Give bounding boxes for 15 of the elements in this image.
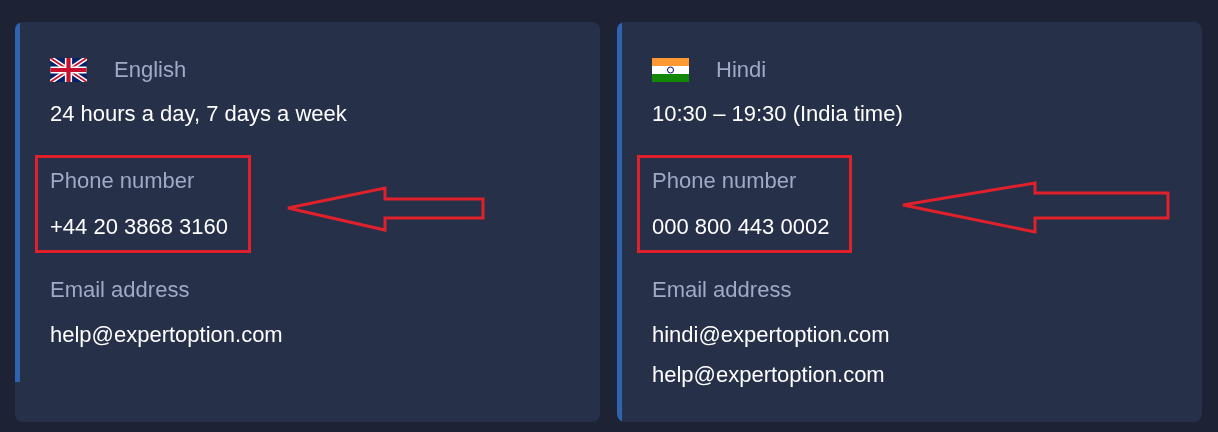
phone-number: 000 800 443 0002	[652, 214, 830, 240]
language-label: Hindi	[716, 57, 767, 83]
email-label: Email address	[652, 277, 792, 303]
flag-icon	[50, 58, 87, 82]
phone-number: +44 20 3868 3160	[50, 214, 228, 240]
email-address: hindi@expertoption.com	[652, 322, 890, 348]
language-label: English	[114, 57, 187, 83]
email-label: Email address	[50, 277, 190, 303]
email-address: help@expertoption.com	[652, 362, 885, 388]
phone-label: Phone number	[652, 168, 797, 194]
support-hours: 24 hours a day, 7 days a week	[50, 101, 347, 127]
phone-label: Phone number	[50, 168, 195, 194]
support-hours: 10:30 – 19:30 (India time)	[652, 101, 903, 127]
flag-icon	[652, 58, 689, 82]
email-address: help@expertoption.com	[50, 322, 283, 348]
